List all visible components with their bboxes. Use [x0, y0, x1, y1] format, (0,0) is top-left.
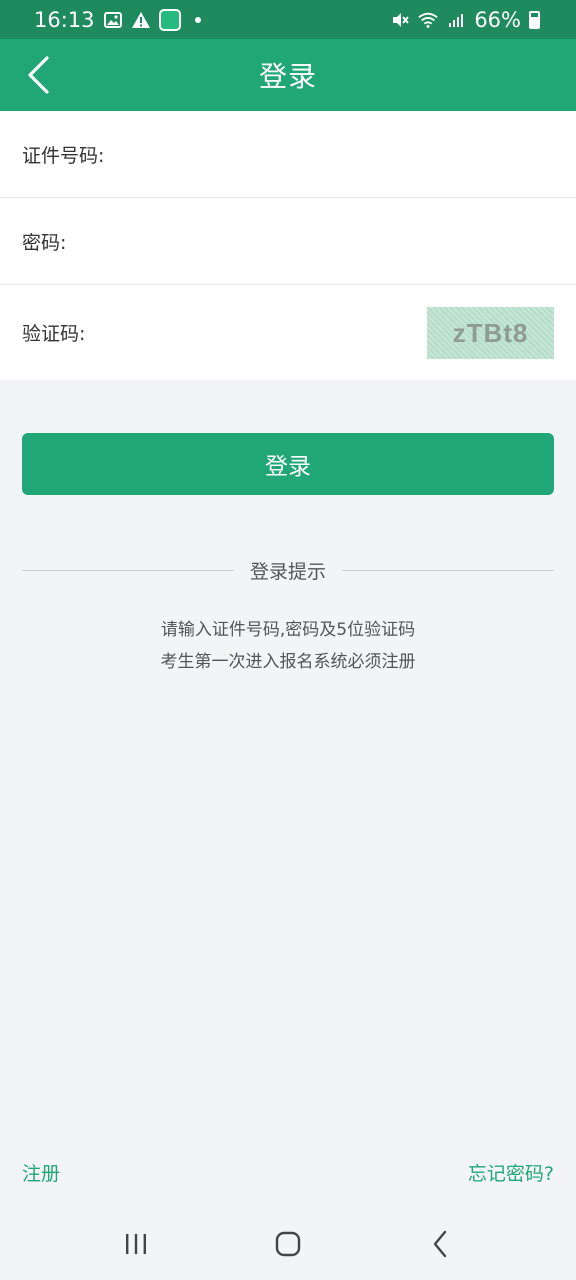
gallery-icon: [103, 10, 123, 30]
id-number-label: 证件号码:: [22, 144, 105, 167]
system-back-button[interactable]: [420, 1224, 460, 1264]
password-row: 密码:: [0, 198, 576, 285]
back-button[interactable]: [18, 55, 58, 95]
wifi-icon: [418, 10, 438, 30]
register-link[interactable]: 注册: [22, 1159, 60, 1186]
captcha-image[interactable]: zTBt8: [427, 307, 554, 359]
captcha-label: 验证码:: [22, 323, 86, 345]
hint-divider: 登录提示: [22, 556, 555, 584]
hint-divider-line-left: [22, 569, 234, 571]
login-button[interactable]: 登录: [22, 433, 554, 495]
status-time: 16:13: [34, 7, 95, 32]
hint-title: 登录提示: [250, 560, 327, 583]
recent-apps-button[interactable]: [116, 1224, 156, 1264]
hint-line-1: 请输入证件号码,密码及5位验证码: [160, 620, 416, 640]
hint-divider-line-right: [342, 569, 555, 571]
captcha-row: 验证码: zTBt8: [0, 285, 576, 380]
signal-icon: [446, 10, 466, 30]
captcha-input[interactable]: [122, 312, 414, 353]
password-label: 密码:: [22, 231, 67, 254]
id-number-row: 证件号码:: [0, 111, 576, 198]
warning-icon: [131, 10, 151, 30]
more-notifications-dot-icon: [194, 16, 201, 23]
battery-percent: 66%: [474, 7, 521, 32]
app-header: 登录: [0, 39, 576, 111]
back-arrow-icon: [433, 1230, 447, 1258]
status-bar: 16:13 66%: [0, 0, 576, 39]
page-title: 登录: [258, 60, 317, 93]
home-button[interactable]: [268, 1224, 308, 1264]
mute-icon: [390, 10, 410, 30]
login-form: 证件号码: 密码: 验证码: zTBt8: [0, 111, 576, 380]
recent-apps-icon: [126, 1234, 146, 1254]
hint-line-2: 考生第一次进入报名系统必须注册: [160, 652, 416, 672]
battery-icon: [529, 10, 540, 29]
app-notification-icon: [158, 8, 181, 31]
status-bar-right: 66%: [390, 8, 540, 32]
chevron-left-icon: [28, 56, 49, 94]
id-number-input[interactable]: [122, 134, 554, 174]
status-bar-left: 16:13: [34, 8, 201, 32]
home-icon: [275, 1231, 301, 1257]
system-nav-bar: [0, 1208, 576, 1280]
forgot-password-link[interactable]: 忘记密码?: [468, 1159, 554, 1186]
password-input[interactable]: [122, 221, 554, 261]
